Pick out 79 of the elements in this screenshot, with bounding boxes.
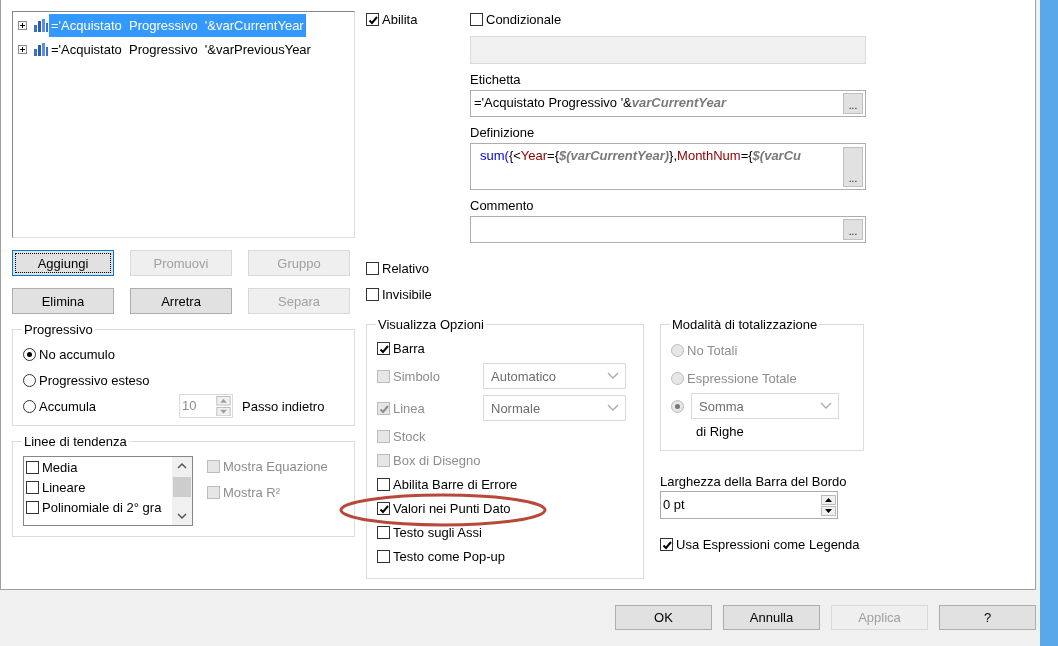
plus-box-icon[interactable]: [18, 44, 27, 54]
checkbox[interactable]: [377, 549, 390, 563]
spin-up-icon: [821, 494, 836, 505]
radio-label: No accumulo: [39, 346, 115, 362]
action-button[interactable]: Arretra: [130, 288, 232, 314]
chevron-down-icon: [820, 402, 832, 410]
checkbox[interactable]: [660, 537, 673, 551]
checkbox[interactable]: [377, 477, 390, 491]
checkbox[interactable]: [377, 525, 390, 539]
checkbox-label: Condizionale: [486, 11, 562, 27]
radio-label: Espressione Totale: [687, 370, 797, 386]
checkbox-label: Media: [42, 459, 78, 475]
radio-note: di Righe: [695, 422, 745, 441]
checkbox-label: Invisibile: [382, 286, 432, 302]
expression-field[interactable]: ...: [470, 216, 866, 243]
checkbox-label: Usa Espressioni come Legenda: [676, 536, 860, 552]
radio-button[interactable]: [23, 373, 36, 387]
checkbox-label: Mostra R²: [223, 484, 281, 500]
checkbox-label: Polinomiale di 2° gra: [42, 499, 162, 515]
checkbox-label: Simbolo: [393, 368, 440, 384]
browse-button[interactable]: ...: [843, 219, 863, 240]
bar-chart-icon: [33, 18, 48, 32]
checkbox-label: Valori nei Punti Dato: [393, 500, 511, 516]
scrollbar[interactable]: [172, 457, 192, 525]
field-label: Definizione: [470, 125, 536, 141]
checkbox-label: Testo come Pop-up: [393, 548, 505, 564]
group-title: Progressivo: [23, 322, 94, 337]
expression-text: ='Acquistato Progressivo '&varCurrentYear: [474, 94, 728, 112]
expression-field[interactable]: sum({<Year={$(varCurrentYear)},MonthNum={$(varCu ...: [470, 143, 866, 190]
number-field[interactable]: 0 pt: [660, 491, 838, 519]
expression-text: sum({<Year={$(varCurrentYear)},MonthNum={$(varCu: [479, 147, 802, 165]
expression-field[interactable]: ='Acquistato Progressivo '&varCurrentYear ...: [470, 90, 866, 117]
checkbox[interactable]: [470, 12, 483, 26]
bar-chart-icon: [33, 42, 48, 56]
field-label: Passo indietro: [242, 398, 325, 414]
spin-up-icon: [216, 396, 231, 406]
checkbox[interactable]: [26, 500, 39, 514]
action-button[interactable]: Aggiungi: [12, 250, 114, 276]
checkbox-label: Abilita: [382, 11, 418, 27]
spin-down-icon: [821, 505, 836, 516]
checkbox-label: Linea: [393, 400, 425, 416]
dialog-button[interactable]: Annulla: [723, 605, 820, 630]
group-title: Modalità di totalizzazione: [671, 317, 819, 332]
checkbox[interactable]: [366, 261, 379, 275]
checkbox[interactable]: [26, 480, 39, 494]
scrollbar-thumb[interactable]: [173, 477, 191, 497]
checkbox[interactable]: [377, 341, 390, 355]
checkbox-label: Mostra Equazione: [223, 458, 328, 474]
dialog-button[interactable]: OK: [615, 605, 712, 630]
dialog-button[interactable]: ?: [939, 605, 1036, 630]
checkbox[interactable]: [26, 460, 39, 474]
radio-label: Progressivo esteso: [39, 372, 150, 388]
action-button[interactable]: Elimina: [12, 288, 114, 314]
chevron-down-icon: [607, 372, 619, 380]
checkbox-label: Stock: [393, 428, 426, 444]
field-label: Etichetta: [470, 72, 522, 88]
spin-down-icon: [216, 406, 231, 416]
group-title: Visualizza Opzioni: [377, 317, 485, 332]
checkbox-label: Barra: [393, 340, 425, 356]
checkbox[interactable]: [366, 12, 379, 26]
radio-label: Accumula: [39, 398, 98, 414]
field-label: Larghezza della Barra del Bordo: [660, 474, 848, 489]
chevron-down-icon: [607, 404, 619, 412]
browse-button[interactable]: ...: [843, 93, 863, 114]
checkbox[interactable]: [377, 501, 390, 515]
radio-button[interactable]: [23, 399, 36, 413]
plus-box-icon[interactable]: [18, 20, 27, 30]
browse-button[interactable]: ...: [843, 147, 863, 187]
tree-item[interactable]: ='Acquistato Progressivo '&varPreviousYear: [49, 37, 313, 61]
field-label: Commento: [470, 198, 535, 214]
checkbox-label: Lineare: [42, 479, 86, 495]
checkbox[interactable]: [366, 287, 379, 301]
radio-button[interactable]: [23, 347, 36, 361]
group-title: Linee di tendenza: [23, 434, 128, 449]
checkbox-label: Relativo: [382, 260, 429, 276]
checkbox-label: Testo sugli Assi: [393, 524, 482, 540]
radio-label: No Totali: [687, 342, 738, 358]
checkbox-label: Abilita Barre di Errore: [393, 476, 518, 492]
checkbox-label: Box di Disegno: [393, 452, 481, 468]
